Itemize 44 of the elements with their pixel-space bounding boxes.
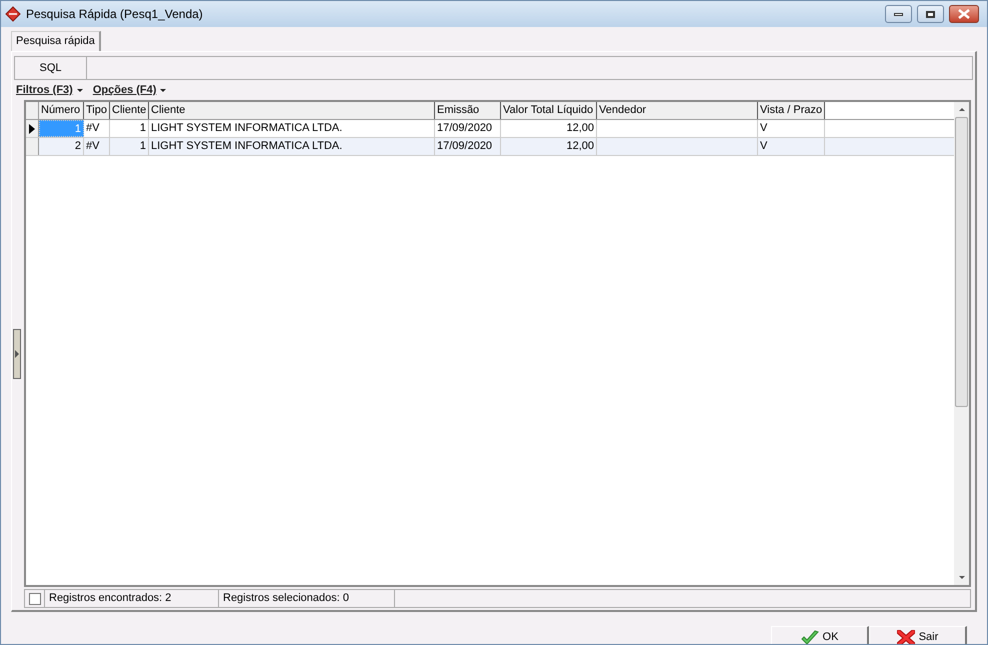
column-header[interactable]: Vista / Prazo	[758, 102, 825, 119]
table-cell: 17/09/2020	[435, 138, 501, 155]
dropdown-menu[interactable]: Filtros (F3)	[16, 82, 83, 98]
scrollbar[interactable]	[954, 102, 969, 585]
table-cell: 17/09/2020	[435, 120, 501, 137]
column-header[interactable]: Valor Total Líquido	[501, 102, 597, 119]
table-cell: #V	[84, 138, 110, 155]
table-cell: 1	[110, 138, 149, 155]
column-header[interactable]: Emissão	[435, 102, 501, 119]
status-text: Registros encontrados: 2	[45, 590, 219, 607]
scroll-down-icon[interactable]	[958, 576, 964, 579]
column-header[interactable]: Cliente	[149, 102, 435, 119]
exit-button[interactable]: Sair	[869, 626, 967, 644]
status-text: Registros selecionados: 0	[219, 590, 395, 607]
caret-icon	[76, 88, 83, 92]
dropdown-menu[interactable]: Opções (F4)	[92, 82, 166, 98]
table-cell: #V	[84, 120, 110, 137]
check-icon	[800, 630, 819, 644]
minimize-button[interactable]	[885, 5, 912, 23]
checkbox[interactable]	[28, 592, 40, 604]
maximize-button[interactable]	[917, 5, 944, 23]
table-cell: V	[758, 138, 825, 155]
tab[interactable]: Pesquisa rápida	[11, 31, 101, 51]
table-cell: 12,00	[501, 138, 597, 155]
table-cell: 12,00	[501, 120, 597, 137]
window-title: Pesquisa Rápida (Pesq1_Venda)	[26, 6, 203, 23]
ok-button[interactable]: OK	[771, 626, 869, 644]
table-cell: V	[758, 120, 825, 137]
table-cell: LIGHT SYSTEM INFORMATICA LTDA.	[149, 120, 435, 137]
close-icon	[958, 9, 970, 19]
column-header[interactable]: Número	[39, 102, 84, 119]
table-cell: LIGHT SYSTEM INFORMATICA LTDA.	[149, 138, 435, 155]
splitter-handle[interactable]	[13, 329, 21, 379]
close-button[interactable]	[949, 5, 979, 23]
table-cell: 2	[39, 138, 84, 155]
table-cell: 1	[39, 120, 84, 137]
app-logo-icon	[5, 6, 21, 22]
table-cell: 1	[110, 120, 149, 137]
scroll-up-icon[interactable]	[958, 108, 964, 111]
caret-icon	[160, 88, 166, 92]
column-header[interactable]: Vendedor	[597, 102, 758, 119]
column-header[interactable]: Tipo	[84, 102, 110, 119]
close-icon	[896, 630, 915, 644]
column-header[interactable]: Cliente	[110, 102, 149, 119]
